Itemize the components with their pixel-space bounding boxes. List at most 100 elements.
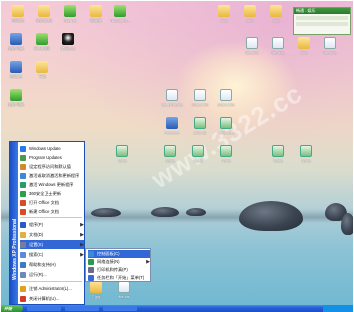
desktop-icon-file[interactable]: file.xls: [111, 281, 137, 299]
desktop-icon-file[interactable]: abc.xls: [187, 117, 213, 135]
start-menu-item[interactable]: 新建 Office 文档: [20, 207, 84, 216]
start-menu-item[interactable]: Program Updates: [20, 153, 84, 162]
desktop-icon-image[interactable]: 7.jpg: [83, 281, 109, 299]
desktop-icon-recycle[interactable]: 回收站: [5, 5, 31, 23]
desktop-icon-image[interactable]: 4.jpg: [213, 145, 239, 163]
desktop-icon-documents[interactable]: 我的文档: [31, 5, 57, 23]
submenu-item[interactable]: 打印机和传真(P): [88, 266, 150, 274]
start-menu-item[interactable]: 注销 Administrator(L)...: [20, 284, 84, 293]
widget-bar: [296, 22, 348, 26]
desktop-icon-file[interactable]: file.doc: [239, 37, 265, 55]
desktop-icon-internet[interactable]: Internet: [57, 5, 83, 23]
document-icon: [118, 281, 130, 293]
start-menu-item[interactable]: 程序(P) ▶: [20, 220, 84, 229]
submenu-arrow-icon: ▶: [80, 231, 84, 238]
submenu-item[interactable]: 控制面板(C): [88, 250, 150, 258]
wallpaper-rock: [239, 201, 303, 231]
submenu-item[interactable]: 网络连接(N) ▶: [88, 258, 150, 266]
menu-item-icon: [20, 199, 26, 206]
desktop-icon-file[interactable]: index.htm: [187, 89, 213, 107]
folder-icon: [36, 61, 48, 73]
wallpaper-rock: [341, 213, 353, 235]
start-menu-item-label: Windows Update: [29, 146, 61, 151]
desktop-icon-file[interactable]: index.htm: [213, 89, 239, 107]
desktop-icon-doc[interactable]: doc: [263, 5, 289, 23]
desktop-icon-file[interactable]: setup.exe: [213, 117, 239, 135]
desktop-icon-file[interactable]: file.doc: [265, 37, 291, 55]
desktop-icon-bin[interactable]: 回收站: [3, 61, 29, 79]
menu-item-icon: [20, 145, 26, 152]
taskbar-window-button[interactable]: [65, 306, 99, 311]
image-icon: [220, 145, 232, 157]
document-icon: [220, 89, 232, 101]
desktop-icon-download[interactable]: 下载: [29, 61, 55, 79]
start-menu-item-label: 程序(P): [29, 221, 43, 227]
folder-icon: [38, 5, 50, 17]
desktop-icon-image[interactable]: 3.jpg: [185, 145, 211, 163]
start-menu-item-label: 激活或取消激活和更新程序: [29, 172, 80, 178]
start-button[interactable]: 开始: [1, 305, 23, 312]
start-menu-item-label: 注销 Administrator(L)...: [29, 285, 72, 291]
desktop-icon-my-computer[interactable]: 我的电脑: [3, 33, 29, 51]
submenu-item-label: 打印机和传真(P): [97, 267, 128, 272]
folder-icon: [218, 5, 230, 17]
desktop-icon-folder[interactable]: doc: [291, 37, 317, 55]
start-menu: Windows XP Professional Windows Update Pr…: [9, 141, 85, 305]
desktop-icon-thunder[interactable]: ThunderS...: [107, 5, 133, 23]
desktop-icon-image[interactable]: 5.jpg: [265, 145, 291, 163]
desktop-icon-file[interactable]: file.doc: [317, 37, 343, 55]
desktop-icon-image[interactable]: 6.jpg: [293, 145, 319, 163]
desktop-icon-file[interactable]: bg_pine.jpg: [159, 89, 185, 107]
start-menu-item[interactable]: 设置(S) ▶: [20, 240, 84, 249]
submenu-item-label: 控制面板(C): [97, 251, 120, 256]
desktop-icon-app[interactable]: 我的电脑: [3, 89, 29, 107]
menu-separator: [20, 217, 82, 218]
start-menu-banner: Windows XP Professional: [10, 142, 18, 304]
start-menu-item[interactable]: 搜索(C) ▶: [20, 250, 84, 259]
folder-icon: [90, 5, 102, 17]
document-icon: [194, 89, 206, 101]
start-menu-item[interactable]: 运行(R)...: [20, 270, 84, 279]
start-menu-item[interactable]: 360安全卫士更新: [20, 189, 84, 198]
submenu-item-label: 网络连接(N): [97, 259, 120, 264]
weather-widget[interactable]: 畅通 - 娱乐: [293, 7, 351, 35]
desktop-icon-image[interactable]: 2.jpg: [157, 145, 183, 163]
wallpaper-rock: [186, 208, 206, 216]
start-menu-item-label: 打开 Office 文档: [29, 199, 59, 205]
start-menu-item[interactable]: 激活或取消激活和更新程序: [20, 171, 84, 180]
desktop-icon-network[interactable]: 网上邻居: [29, 33, 55, 51]
submenu-item[interactable]: 任务栏和「开始」菜单(T): [88, 274, 150, 282]
start-menu-banner-label: Windows XP Professional: [12, 218, 18, 280]
desktop-icon-qq[interactable]: 腾讯QQ: [55, 33, 81, 51]
image-icon: [164, 145, 176, 157]
submenu-arrow-icon: ▶: [146, 259, 150, 265]
start-menu-item[interactable]: 激活 Windows 更新程序: [20, 180, 84, 189]
folder-icon: [270, 5, 282, 17]
desktop: www.3322.cc 回收站 我的文档 Internet 收藏夹 Thunde…: [1, 1, 353, 309]
start-menu-item[interactable]: 打开 Office 文档: [20, 198, 84, 207]
start-menu-item-label: Program Updates: [29, 155, 62, 160]
desktop-icon-favorites[interactable]: 收藏夹: [83, 5, 109, 23]
start-menu-item[interactable]: 帮助和支持(H): [20, 260, 84, 269]
menu-item-icon: [20, 172, 26, 179]
desktop-icon-file[interactable]: new.exe: [159, 117, 185, 135]
start-menu-item[interactable]: 设定程序访问和默认值: [20, 162, 84, 171]
image-icon: [272, 145, 284, 157]
start-menu-item-label: 文档(D): [29, 231, 44, 237]
start-menu-item[interactable]: 文档(D) ▶: [20, 230, 84, 239]
document-icon: [246, 37, 258, 49]
desktop-icon-doc[interactable]: doc: [211, 5, 237, 23]
wallpaper-rock: [91, 208, 121, 217]
desktop-icon-image[interactable]: 1.jpg: [109, 145, 135, 163]
desktop-icon-doc[interactable]: doc: [237, 5, 263, 23]
application-icon: [166, 117, 178, 129]
start-menu-item-label: 运行(R)...: [29, 271, 47, 277]
menu-item-icon: [88, 259, 94, 265]
taskbar-window-button[interactable]: [27, 306, 61, 311]
start-menu-item[interactable]: Windows Update: [20, 144, 84, 153]
start-menu-item[interactable]: 关闭计算机(U)...: [20, 294, 84, 303]
taskbar-window-button[interactable]: [103, 306, 137, 311]
taskbar: 开始: [1, 305, 353, 312]
menu-item-icon: [20, 251, 26, 258]
image-icon: [300, 145, 312, 157]
